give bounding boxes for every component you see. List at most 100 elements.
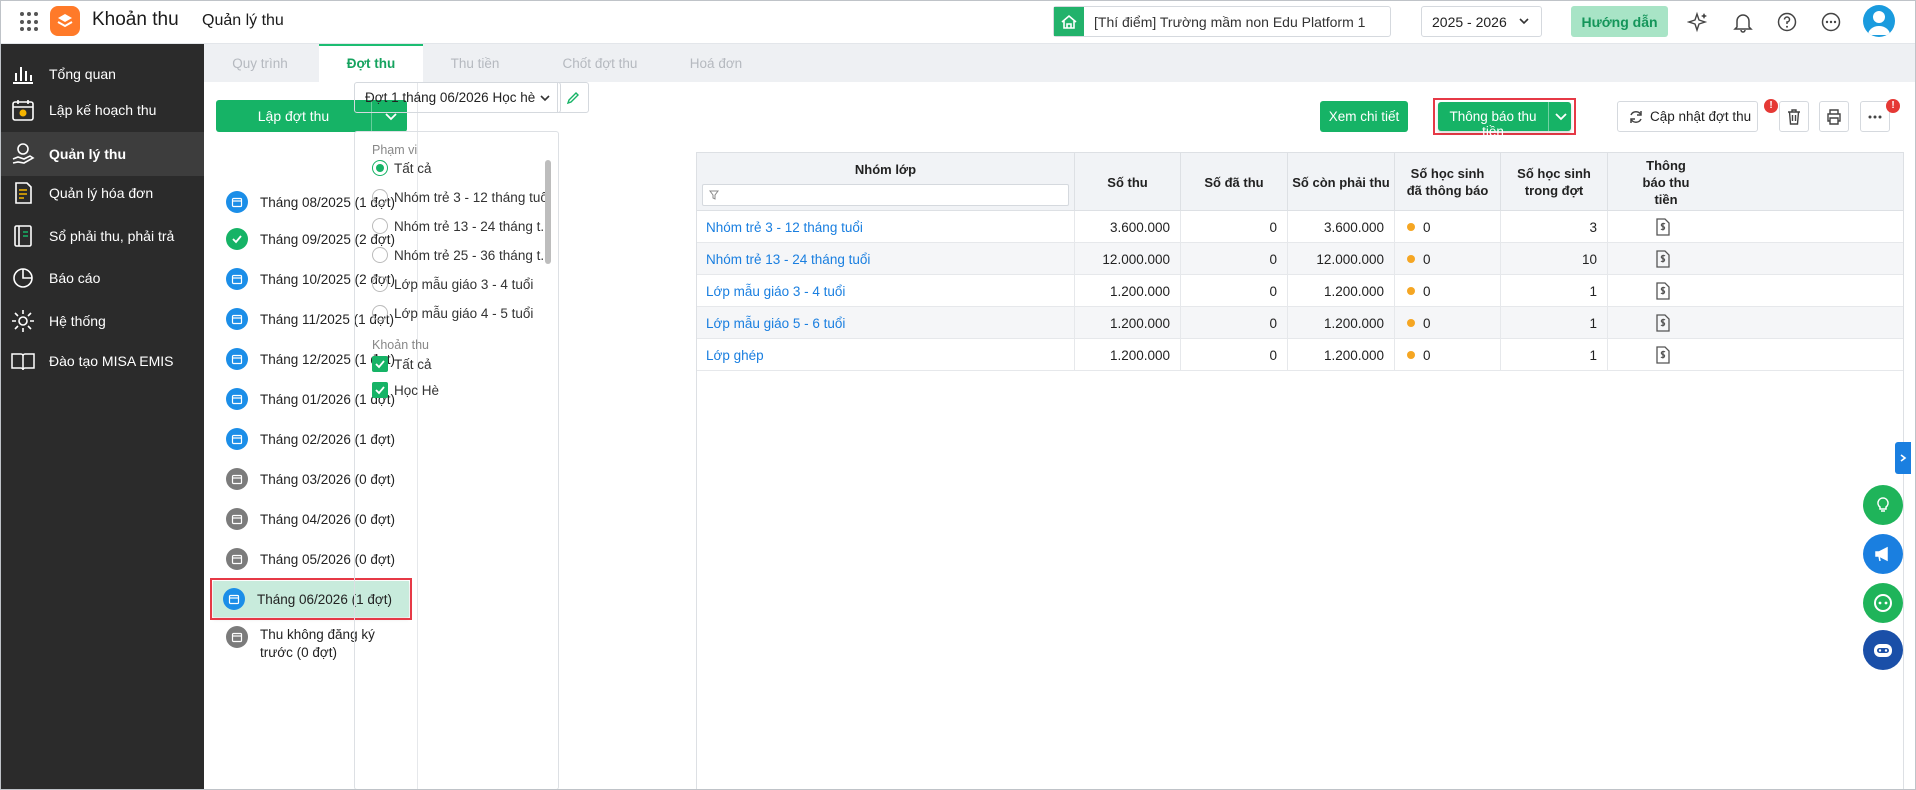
dollar-document-icon[interactable] xyxy=(1655,314,1671,332)
fee-option[interactable]: Học Hè xyxy=(372,379,582,401)
scope-option[interactable]: Lớp mẫu giáo 4 - 5 tuổi xyxy=(372,302,550,324)
tab-close-batch[interactable]: Chốt đợt thu xyxy=(529,44,671,82)
radio[interactable] xyxy=(372,218,388,234)
scope-option[interactable]: Nhóm trẻ 3 - 12 tháng tuổi xyxy=(372,186,550,208)
idea-button[interactable] xyxy=(1863,485,1903,525)
tab-invoice[interactable]: Hoá đơn xyxy=(664,44,768,82)
sidebar-item-plan[interactable]: Lập kế hoạch thu xyxy=(0,88,204,132)
notify-payment-button[interactable]: Thông báo thu tiền xyxy=(1438,102,1571,139)
trash-icon xyxy=(1788,108,1800,125)
sidebar-item-training[interactable]: Đào tạo MISA EMIS xyxy=(0,339,204,383)
page-title: Quản lý thu xyxy=(202,12,284,29)
group-filter-input[interactable] xyxy=(702,184,1069,206)
update-batch-button[interactable]: Cập nhật đợt thu xyxy=(1617,101,1758,132)
sidebar-item-label: Tổng quan xyxy=(49,66,116,82)
cell-students: 10 xyxy=(1501,243,1608,275)
filter-panel: Phạm vi Tất cả Nhóm trẻ 3 - 12 tháng tuổ… xyxy=(354,131,559,790)
cell-remaining: 3.600.000 xyxy=(1288,211,1395,243)
column-header-notify: Thông báo thu tiền xyxy=(1608,153,1903,211)
apps-grid-icon[interactable] xyxy=(20,12,40,32)
batch-select[interactable]: Đợt 1 tháng 06/2026 Học hè xyxy=(354,82,561,113)
table-row[interactable]: Nhóm trẻ 3 - 12 tháng tuổi 3.600.000 0 3.60… xyxy=(697,211,1903,243)
notify-payment-label: Thông báo thu tiền xyxy=(1449,109,1537,139)
radio[interactable] xyxy=(372,276,388,292)
table-header: Nhóm lớp Số thu Số đã thu Số còn phải th… xyxy=(697,153,1903,211)
sidebar-item-label: Báo cáo xyxy=(49,270,101,286)
cell-remaining: 1.200.000 xyxy=(1288,339,1395,371)
cell-group[interactable]: Lớp ghép xyxy=(697,339,1075,371)
sidebar-item-invoice[interactable]: Quản lý hóa đơn xyxy=(0,171,204,215)
table-row[interactable]: Lớp mẫu giáo 3 - 4 tuổi 1.200.000 0 1.200.0… xyxy=(697,275,1903,307)
sidebar-item-report[interactable]: Báo cáo xyxy=(0,256,204,300)
tab-process[interactable]: Quy trình xyxy=(204,44,316,82)
radio[interactable] xyxy=(372,305,388,321)
announcement-button[interactable] xyxy=(1863,534,1903,574)
cell-students: 1 xyxy=(1501,339,1608,371)
radio-checked[interactable] xyxy=(372,160,388,176)
calendar-icon xyxy=(226,308,248,330)
cell-notify-action xyxy=(1608,211,1718,243)
school-year-select[interactable]: 2025 - 2026 xyxy=(1421,6,1542,37)
sidebar-item-label: Lập kế hoạch thu xyxy=(49,102,157,118)
batch-select-value: Đợt 1 tháng 06/2026 Học hè xyxy=(365,90,536,105)
dollar-document-icon[interactable] xyxy=(1655,346,1671,364)
cell-students: 1 xyxy=(1501,275,1608,307)
cell-group[interactable]: Lớp mẫu giáo 5 - 6 tuổi xyxy=(697,307,1075,339)
warning-badge: ! xyxy=(1764,99,1778,113)
dollar-document-icon[interactable] xyxy=(1655,250,1671,268)
tab-collect[interactable]: Thu tiền xyxy=(423,44,527,82)
scope-option-label: Nhóm trẻ 25 - 36 tháng t... xyxy=(394,247,550,263)
scrollbar[interactable] xyxy=(545,160,551,264)
warning-badge: ! xyxy=(1886,99,1900,113)
scope-title: Phạm vi xyxy=(372,143,418,157)
tab-batches[interactable]: Đợt thu xyxy=(319,44,423,82)
cell-group[interactable]: Nhóm trẻ 13 - 24 tháng tuổi xyxy=(697,243,1075,275)
cell-amount: 12.000.000 xyxy=(1075,243,1181,275)
sidebar-item-ledger[interactable]: Sổ phải thu, phải trả xyxy=(0,214,204,258)
checkbox-checked[interactable] xyxy=(372,356,388,372)
school-year-value: 2025 - 2026 xyxy=(1432,13,1507,30)
table-row[interactable]: Lớp mẫu giáo 5 - 6 tuổi 1.200.000 0 1.200.0… xyxy=(697,307,1903,339)
table-row[interactable]: Lớp ghép 1.200.000 0 1.200.000 0 1 xyxy=(697,339,1903,371)
scope-option[interactable]: Nhóm trẻ 13 - 24 tháng t... xyxy=(372,215,550,237)
more-horizontal-icon xyxy=(1868,115,1882,118)
status-dot-icon xyxy=(1407,255,1415,263)
chevron-down-icon[interactable] xyxy=(1553,108,1569,124)
school-selector[interactable]: [Thí điểm] Trường mầm non Edu Platform 1 xyxy=(1053,6,1391,37)
dollar-document-icon[interactable] xyxy=(1655,218,1671,236)
guide-button[interactable]: Hướng dẫn xyxy=(1571,6,1668,37)
avatar[interactable] xyxy=(1863,5,1895,37)
cell-group[interactable]: Lớp mẫu giáo 3 - 4 tuổi xyxy=(697,275,1075,307)
cell-notified-value: 0 xyxy=(1423,315,1431,331)
fee-option[interactable]: Tất cả xyxy=(372,353,582,375)
pencil-icon xyxy=(566,91,579,104)
table-row[interactable]: Nhóm trẻ 13 - 24 tháng tuổi 12.000.000 0 12… xyxy=(697,243,1903,275)
print-button[interactable] xyxy=(1819,101,1849,132)
bell-icon[interactable] xyxy=(1732,11,1754,33)
sidebar-item-collect[interactable]: Quản lý thu xyxy=(0,132,204,176)
cell-notify-action xyxy=(1608,307,1718,339)
sidebar-item-system[interactable]: Hệ thống xyxy=(0,299,204,343)
help-icon[interactable] xyxy=(1776,11,1798,33)
filter-icon xyxy=(709,190,719,200)
cell-remaining: 12.000.000 xyxy=(1288,243,1395,275)
sidebar-item-label: Hệ thống xyxy=(49,313,106,329)
dollar-document-icon[interactable] xyxy=(1655,282,1671,300)
edit-batch-button[interactable] xyxy=(557,82,589,113)
radio[interactable] xyxy=(372,189,388,205)
calendar-plan-icon xyxy=(12,100,34,121)
scope-option[interactable]: Nhóm trẻ 25 - 36 tháng t... xyxy=(372,244,550,266)
cell-group[interactable]: Nhóm trẻ 3 - 12 tháng tuổi xyxy=(697,211,1075,243)
chat-support-button[interactable] xyxy=(1863,583,1903,623)
more-icon[interactable] xyxy=(1820,11,1842,33)
calendar-icon xyxy=(226,388,248,410)
sparkle-icon[interactable] xyxy=(1687,11,1709,33)
view-detail-button[interactable]: Xem chi tiết xyxy=(1320,101,1408,132)
cell-notified: 0 xyxy=(1395,307,1501,339)
scope-option[interactable]: Lớp mẫu giáo 3 - 4 tuổi xyxy=(372,273,550,295)
checkbox-checked[interactable] xyxy=(372,382,388,398)
expand-panel-button[interactable] xyxy=(1895,442,1911,474)
assistant-bot-button[interactable] xyxy=(1863,630,1903,670)
delete-button[interactable] xyxy=(1779,101,1809,132)
radio[interactable] xyxy=(372,247,388,263)
